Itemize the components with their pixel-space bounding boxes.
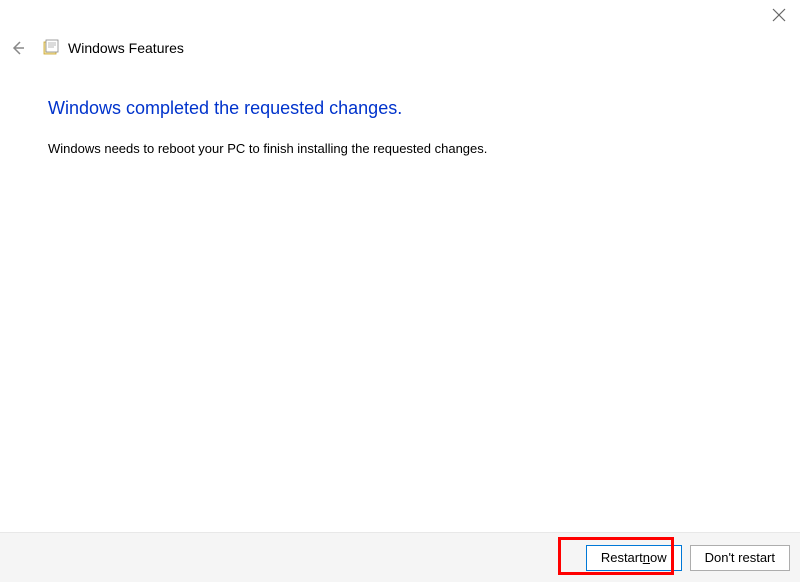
header: Windows Features	[8, 38, 184, 58]
windows-features-icon	[42, 39, 60, 57]
back-arrow-icon[interactable]	[8, 38, 28, 58]
dont-restart-button[interactable]: Don't restart	[690, 545, 790, 571]
restart-label-prefix: Restart	[601, 550, 643, 565]
footer: Restart now Don't restart	[0, 532, 800, 582]
restart-label-suffix: ow	[650, 550, 667, 565]
window-title: Windows Features	[68, 40, 184, 56]
close-icon[interactable]	[772, 8, 786, 22]
content-area: Windows completed the requested changes.…	[48, 98, 770, 156]
restart-label-mnemonic: n	[643, 550, 650, 565]
main-heading: Windows completed the requested changes.	[48, 98, 770, 119]
body-text: Windows needs to reboot your PC to finis…	[48, 141, 770, 156]
restart-now-button[interactable]: Restart now	[586, 545, 682, 571]
